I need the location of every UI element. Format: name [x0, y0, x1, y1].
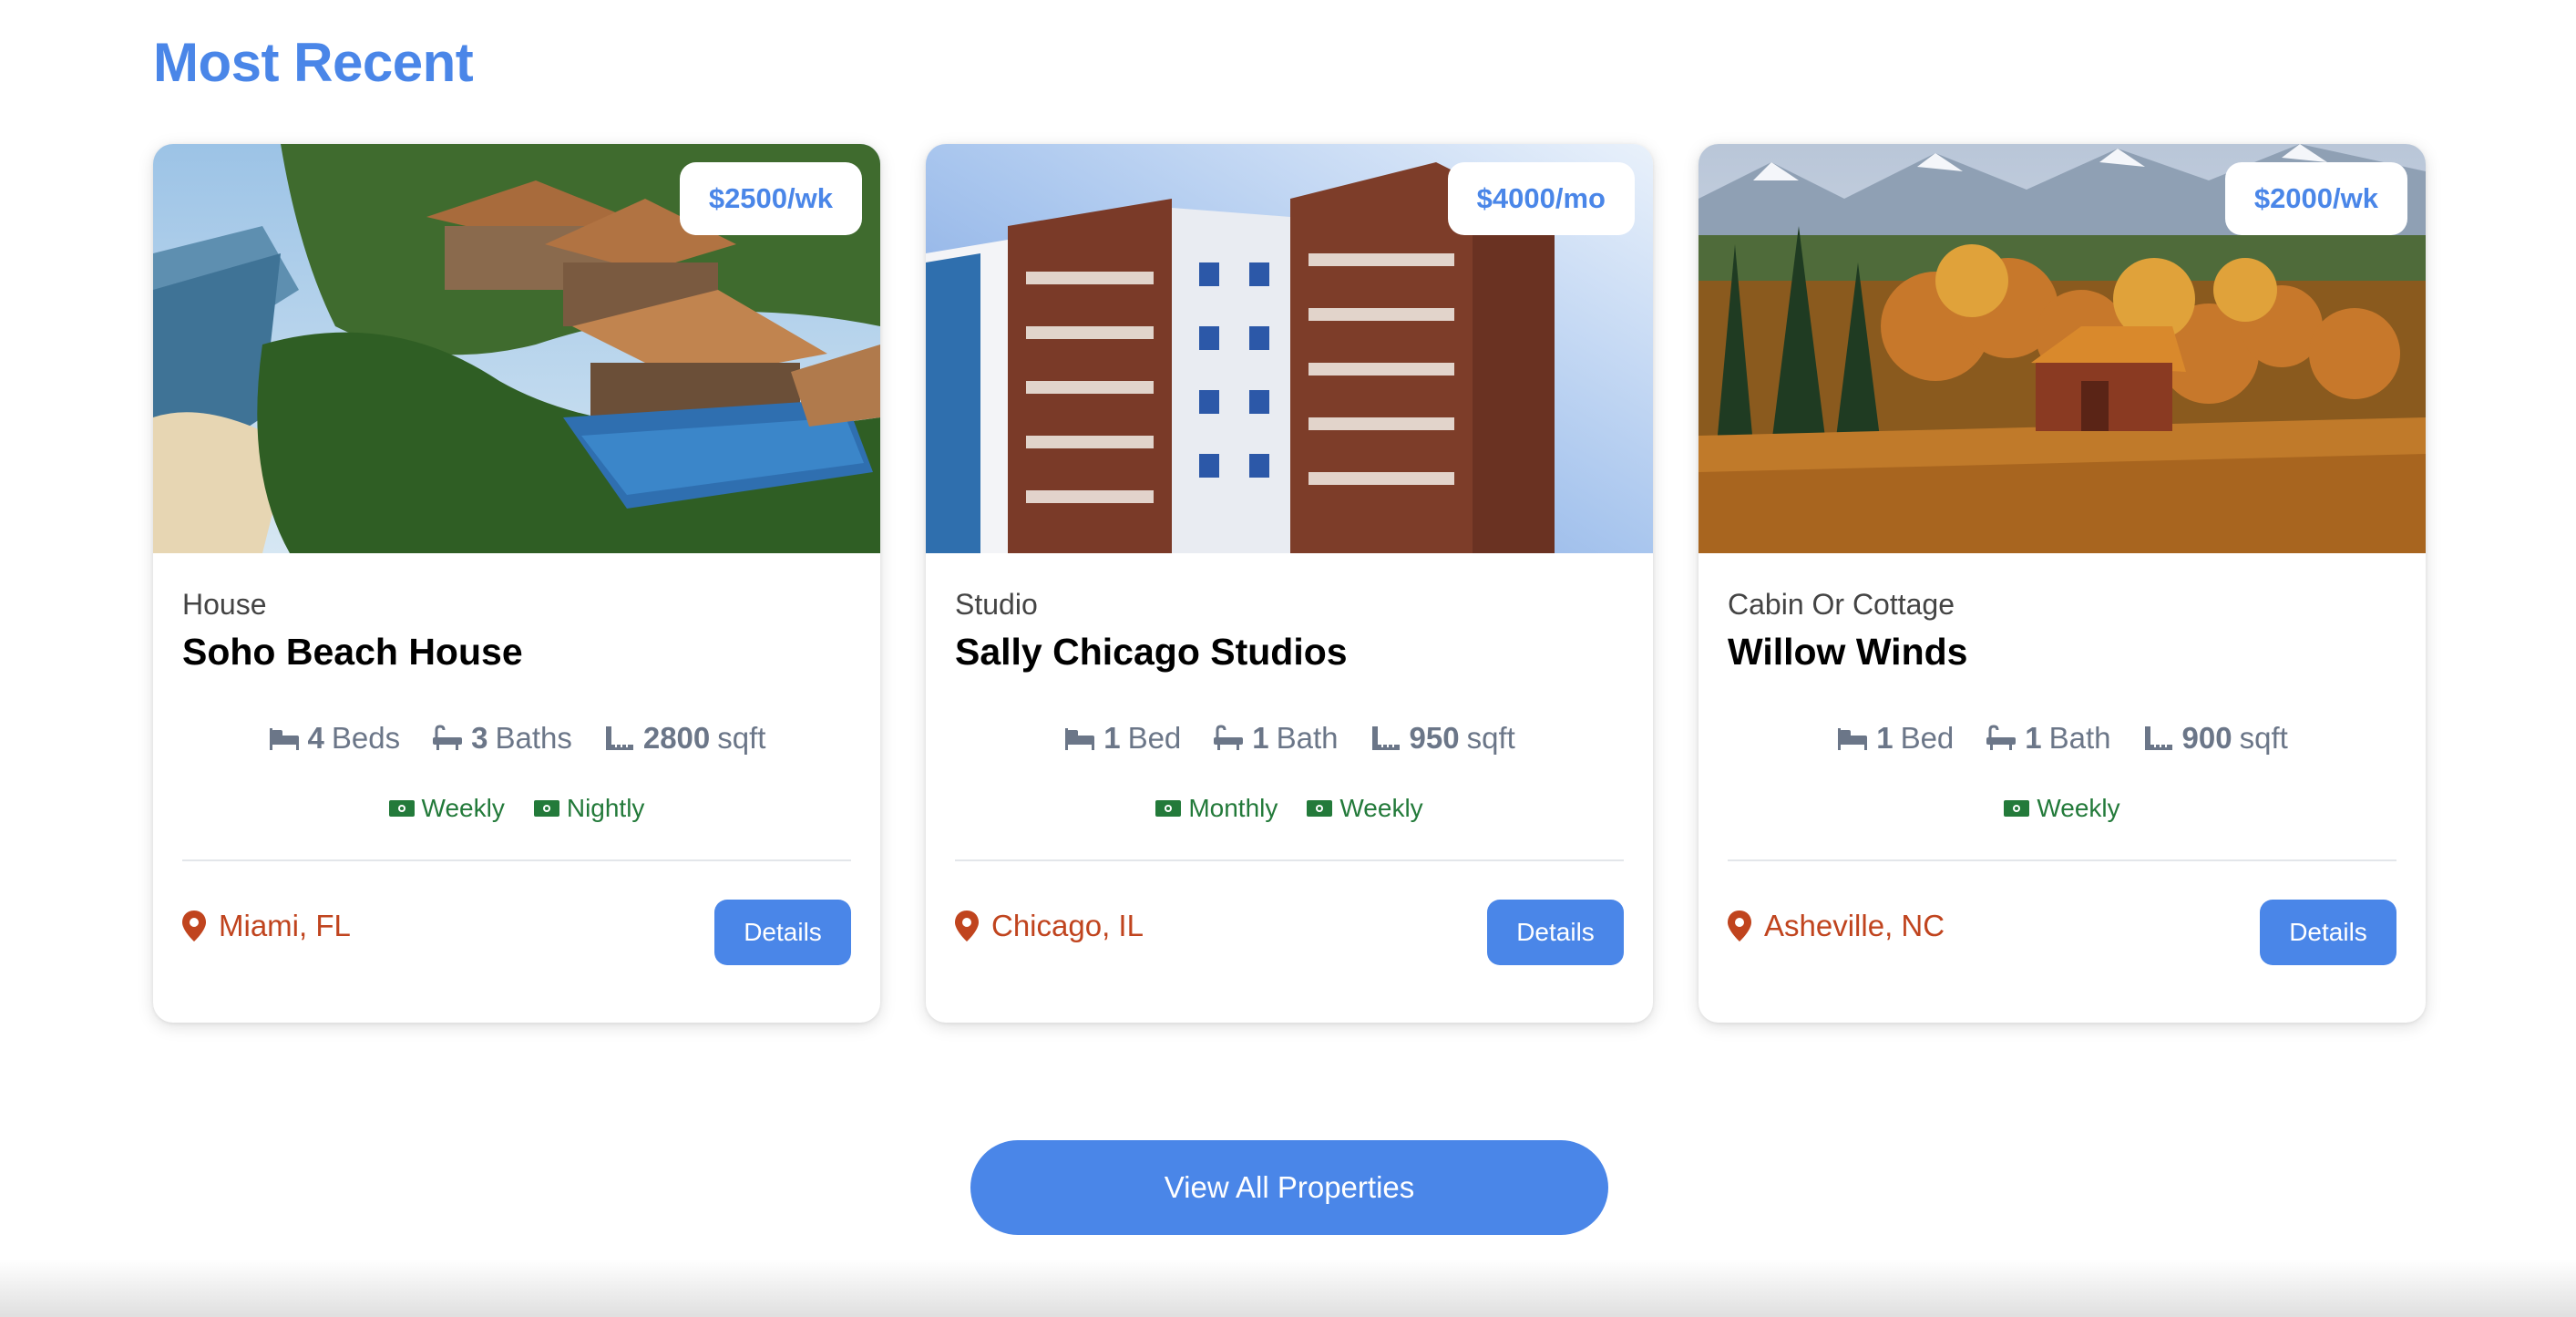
price-badge: $2500/wk [679, 162, 862, 235]
card-divider [182, 859, 851, 861]
property-card: $4000/mo Studio Sally Chicago Studios 1 … [926, 144, 1653, 1023]
location-text: Miami, FL [219, 909, 351, 942]
rate-tag: Nightly [533, 794, 645, 823]
bed-icon [1838, 728, 1868, 750]
beds-value: 1 [1876, 721, 1894, 755]
property-location: Miami, FL [182, 909, 351, 943]
location-text: Asheville, NC [1764, 909, 1945, 942]
ruler-icon [1371, 726, 1400, 750]
details-button[interactable]: Details [714, 900, 851, 965]
money-bill-icon [533, 800, 559, 817]
property-type: Studio [955, 588, 1038, 621]
baths-spec: 1 Bath [1212, 721, 1339, 756]
baths-label: Bath [1276, 721, 1339, 755]
card-footer: Miami, FL Details [182, 900, 851, 965]
rate-tag: Weekly [2004, 794, 2120, 823]
sqft-value: 900 [2181, 721, 2232, 755]
bath-icon [433, 725, 463, 750]
baths-value: 3 [471, 721, 488, 755]
rate-label: Weekly [1339, 794, 1423, 822]
footer-shadow [0, 1260, 2576, 1317]
baths-value: 1 [2025, 721, 2042, 755]
property-name[interactable]: Willow Winds [1728, 631, 2396, 674]
map-pin-icon [955, 911, 979, 941]
bed-icon [269, 728, 299, 750]
section-title: Most Recent [153, 32, 474, 93]
baths-spec: 3 Baths [431, 721, 572, 756]
rate-label: Nightly [566, 794, 645, 822]
rate-label: Monthly [1188, 794, 1278, 822]
card-divider [955, 859, 1624, 861]
bed-icon [1065, 728, 1095, 750]
bath-icon [1214, 725, 1244, 750]
map-pin-icon [182, 911, 206, 941]
baths-label: Bath [2048, 721, 2111, 755]
price-badge: $2000/wk [2224, 162, 2407, 235]
beds-value: 1 [1103, 721, 1121, 755]
sqft-label: sqft [717, 721, 766, 755]
beds-label: Beds [331, 721, 401, 755]
details-button[interactable]: Details [2260, 900, 2396, 965]
ruler-icon [2144, 726, 2172, 750]
baths-spec: 1 Bath [1985, 721, 2111, 756]
sqft-label: sqft [1466, 721, 1515, 755]
rate-options: Monthly Weekly [955, 794, 1624, 823]
location-text: Chicago, IL [991, 909, 1144, 942]
property-specs: 1 Bed 1 Bath 900 sqft [1728, 721, 2396, 756]
money-bill-icon [2004, 800, 2030, 817]
property-specs: 4 Beds 3 Baths 2800 sqft [182, 721, 851, 756]
property-name[interactable]: Sally Chicago Studios [955, 631, 1624, 674]
property-card: $2500/wk House Soho Beach House 4 Beds 3… [153, 144, 880, 1023]
rate-tag: Weekly [1307, 794, 1423, 823]
sqft-label: sqft [2239, 721, 2288, 755]
property-image[interactable]: $4000/mo [926, 144, 1653, 553]
details-button[interactable]: Details [1487, 900, 1624, 965]
view-all-properties-button[interactable]: View All Properties [970, 1140, 1608, 1235]
property-name[interactable]: Soho Beach House [182, 631, 851, 674]
rate-options: Weekly [1728, 794, 2396, 823]
bath-icon [1986, 725, 2017, 750]
sqft-spec: 900 sqft [2142, 721, 2288, 756]
sqft-spec: 950 sqft [1370, 721, 1515, 756]
property-type: Cabin Or Cottage [1728, 588, 1955, 621]
sqft-value: 2800 [642, 721, 711, 755]
rate-label: Weekly [421, 794, 505, 822]
card-footer: Chicago, IL Details [955, 900, 1624, 965]
card-footer: Asheville, NC Details [1728, 900, 2396, 965]
rate-tag: Monthly [1155, 794, 1278, 823]
map-pin-icon [1728, 911, 1751, 941]
beds-spec: 1 Bed [1836, 721, 1954, 756]
property-card: $2000/wk Cabin Or Cottage Willow Winds 1… [1699, 144, 2426, 1023]
property-card-list: $2500/wk House Soho Beach House 4 Beds 3… [153, 144, 2426, 1024]
property-location: Asheville, NC [1728, 909, 1945, 943]
property-image[interactable]: $2500/wk [153, 144, 880, 553]
beds-spec: 1 Bed [1063, 721, 1181, 756]
property-specs: 1 Bed 1 Bath 950 sqft [955, 721, 1624, 756]
beds-label: Bed [1127, 721, 1182, 755]
beds-label: Bed [1900, 721, 1955, 755]
baths-value: 1 [1252, 721, 1269, 755]
card-divider [1728, 859, 2396, 861]
property-location: Chicago, IL [955, 909, 1144, 943]
money-bill-icon [1155, 800, 1182, 817]
money-bill-icon [1307, 800, 1333, 817]
beds-spec: 4 Beds [268, 721, 401, 756]
baths-label: Baths [495, 721, 572, 755]
rate-label: Weekly [2037, 794, 2120, 822]
price-badge: $4000/mo [1447, 162, 1635, 235]
property-type: House [182, 588, 267, 621]
rate-options: Weekly Nightly [182, 794, 851, 823]
beds-value: 4 [307, 721, 324, 755]
sqft-spec: 2800 sqft [603, 721, 766, 756]
sqft-value: 950 [1409, 721, 1460, 755]
money-bill-icon [388, 800, 415, 817]
rate-tag: Weekly [388, 794, 505, 823]
ruler-icon [605, 726, 633, 750]
property-image[interactable]: $2000/wk [1699, 144, 2426, 553]
